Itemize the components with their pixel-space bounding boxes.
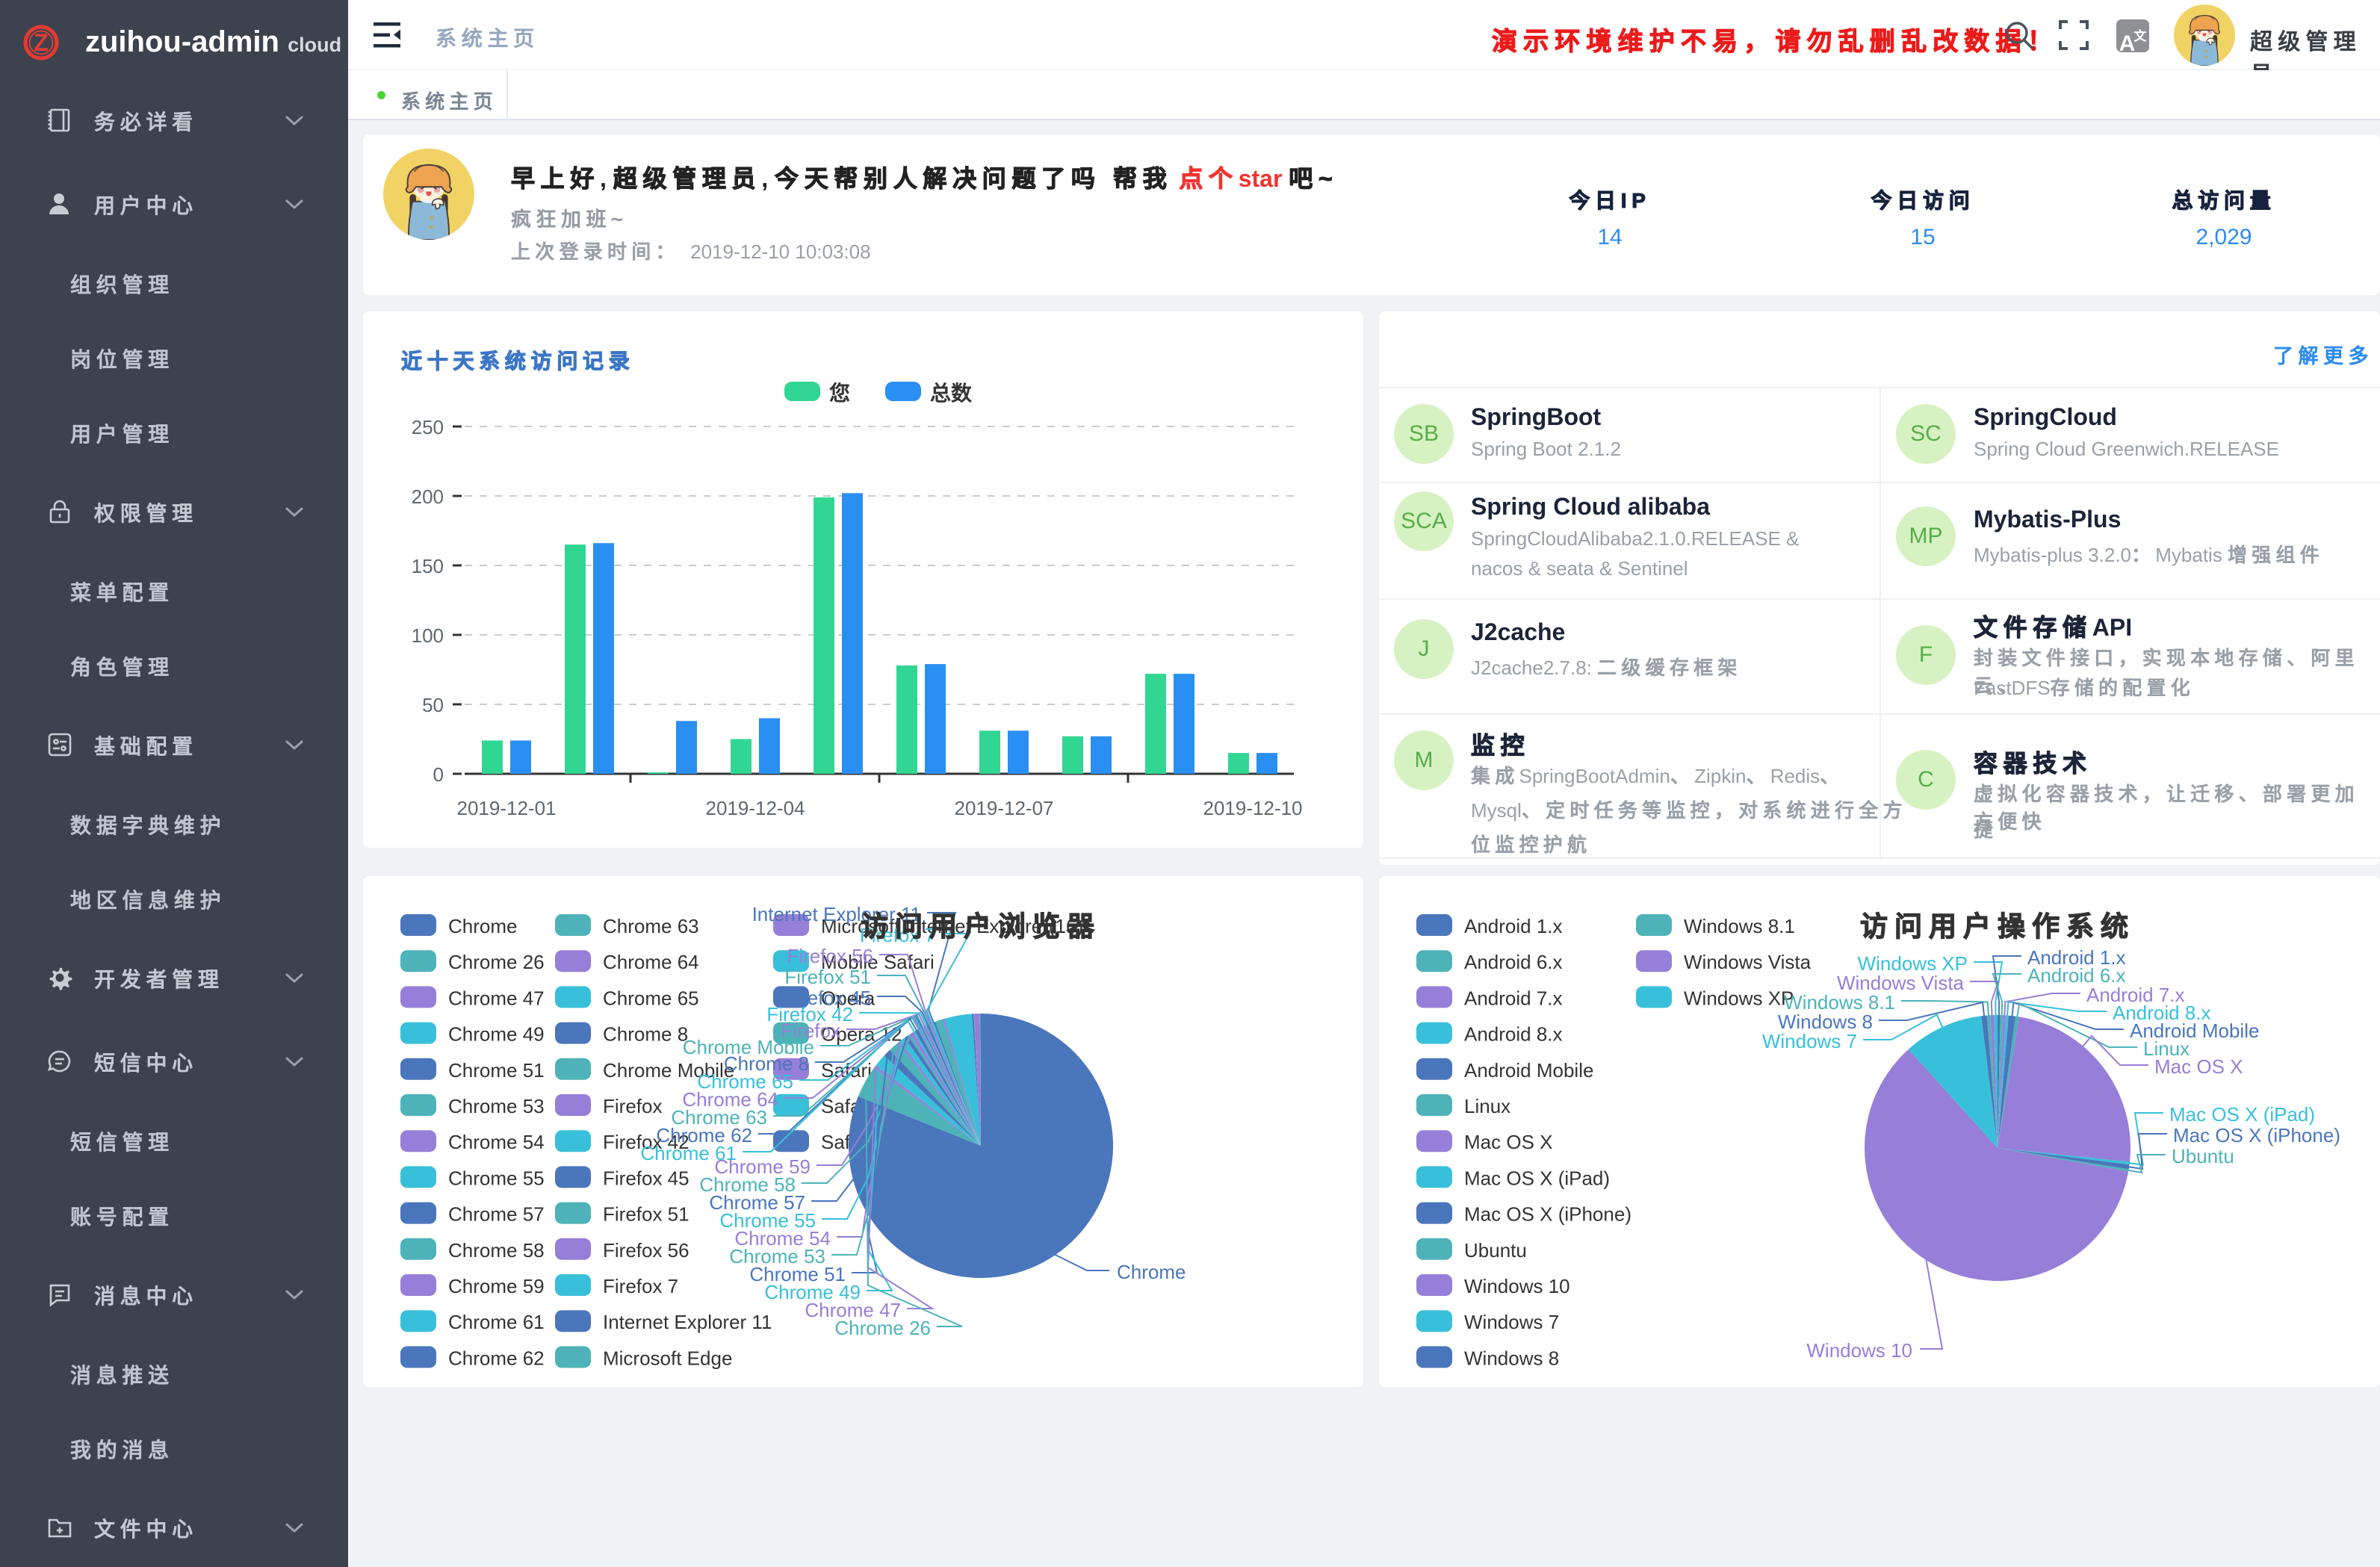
svg-text:Firefox 51: Firefox 51: [784, 966, 871, 988]
svg-text:Mac OS X: Mac OS X: [2154, 1055, 2243, 1078]
svg-text:Android 1.x: Android 1.x: [1464, 915, 1563, 937]
svg-text:Firefox 45: Firefox 45: [603, 1167, 689, 1189]
svg-text:Mac OS X (iPhone): Mac OS X (iPhone): [1464, 1203, 1631, 1226]
svg-text:2019-12-07: 2019-12-07: [955, 797, 1054, 819]
svg-text:Android Mobile: Android Mobile: [1464, 1059, 1593, 1082]
svg-text:250: 250: [412, 416, 444, 438]
svg-text:Windows Vista: Windows Vista: [1684, 951, 1812, 973]
svg-text:Windows XP: Windows XP: [1684, 987, 1794, 1009]
svg-text:Ubuntu: Ubuntu: [1464, 1239, 1527, 1262]
svg-text:Chrome 8: Chrome 8: [603, 1023, 688, 1046]
svg-text:2019-12-10: 2019-12-10: [1203, 797, 1303, 819]
svg-text:Chrome 64: Chrome 64: [603, 951, 699, 973]
svg-text:Firefox 51: Firefox 51: [603, 1203, 689, 1226]
svg-text:Chrome: Chrome: [1117, 1261, 1186, 1283]
svg-text:50: 50: [422, 694, 444, 716]
svg-text:Chrome 51: Chrome 51: [448, 1059, 545, 1082]
svg-text:100: 100: [412, 624, 444, 647]
svg-text:Windows 7: Windows 7: [1464, 1311, 1559, 1333]
svg-text:Windows 8.1: Windows 8.1: [1684, 915, 1795, 937]
svg-text:Windows 7: Windows 7: [1762, 1030, 1857, 1052]
svg-text:Firefox 56: Firefox 56: [787, 945, 873, 967]
svg-text:Chrome 55: Chrome 55: [448, 1167, 545, 1189]
svg-text:Firefox: Firefox: [603, 1095, 662, 1117]
svg-text:200: 200: [412, 485, 444, 508]
svg-text:Windows 8: Windows 8: [1464, 1347, 1559, 1369]
svg-text:Microsoft Edge: Microsoft Edge: [603, 1347, 732, 1369]
svg-text:Chrome 47: Chrome 47: [448, 987, 545, 1009]
svg-text:Linux: Linux: [1464, 1095, 1510, 1117]
svg-text:Chrome 26: Chrome 26: [448, 951, 545, 973]
svg-text:Chrome 63: Chrome 63: [603, 915, 699, 937]
svg-text:Chrome 57: Chrome 57: [448, 1203, 545, 1226]
svg-text:2019-12-04: 2019-12-04: [706, 797, 805, 819]
svg-text:Chrome 62: Chrome 62: [448, 1347, 545, 1369]
svg-text:Chrome 58: Chrome 58: [448, 1239, 545, 1262]
svg-text:Chrome 61: Chrome 61: [448, 1311, 545, 1333]
svg-text:Z: Z: [34, 29, 49, 56]
svg-text:Chrome 49: Chrome 49: [448, 1023, 545, 1046]
svg-text:Android 7.x: Android 7.x: [1464, 987, 1563, 1009]
svg-text:Chrome 59: Chrome 59: [448, 1275, 545, 1297]
svg-text:总数: 总数: [930, 382, 972, 405]
svg-text:2019-12-01: 2019-12-01: [457, 797, 557, 819]
svg-text:Chrome 65: Chrome 65: [603, 987, 699, 1009]
svg-text:Windows 10: Windows 10: [1464, 1275, 1570, 1297]
svg-text:您: 您: [829, 382, 850, 405]
svg-text:访问用户操作系统: 访问用户操作系统: [1860, 911, 2135, 942]
svg-text:Android 6.x: Android 6.x: [1464, 951, 1563, 973]
svg-text:访问用户浏览器: 访问用户浏览器: [861, 911, 1101, 942]
svg-text:Mac OS X (iPad): Mac OS X (iPad): [1464, 1167, 1610, 1189]
svg-text:150: 150: [412, 555, 444, 577]
svg-text:0: 0: [433, 763, 444, 786]
svg-text:Firefox 7: Firefox 7: [603, 1275, 678, 1297]
svg-text:Chrome: Chrome: [448, 915, 517, 937]
svg-text:Internet Explorer 11: Internet Explorer 11: [603, 1311, 772, 1333]
svg-text:Chrome 26: Chrome 26: [834, 1317, 931, 1339]
svg-text:Ubuntu: Ubuntu: [2172, 1145, 2234, 1167]
svg-text:Windows 10: Windows 10: [1806, 1339, 1912, 1362]
svg-text:Chrome 54: Chrome 54: [448, 1131, 545, 1153]
svg-text:Mac OS X (iPhone): Mac OS X (iPhone): [2173, 1124, 2340, 1146]
svg-text:Mac OS X: Mac OS X: [1464, 1131, 1552, 1153]
svg-text:Mac OS X (iPad): Mac OS X (iPad): [2169, 1103, 2315, 1126]
svg-text:Firefox 56: Firefox 56: [603, 1239, 689, 1262]
svg-text:Chrome 53: Chrome 53: [448, 1095, 545, 1117]
svg-text:Android 8.x: Android 8.x: [1464, 1023, 1563, 1046]
